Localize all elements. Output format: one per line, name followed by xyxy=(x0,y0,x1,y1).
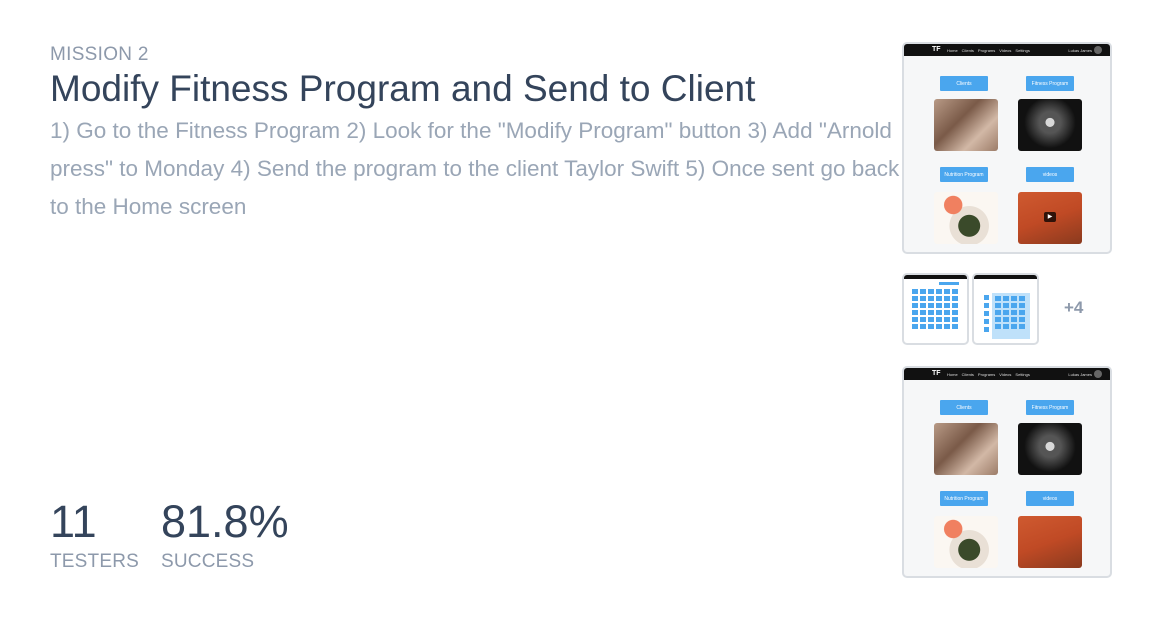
videos-button: videos xyxy=(1026,491,1074,506)
testers-label: TESTERS xyxy=(50,551,140,572)
nav-link-home: Home xyxy=(947,371,958,377)
nav-link-programs: Programs xyxy=(977,47,996,53)
success-label: SUCCESS xyxy=(161,551,255,572)
play-icon: ▶ xyxy=(1044,212,1056,222)
nutrition-image xyxy=(934,192,998,244)
nav-user: Lukas James xyxy=(1068,370,1102,378)
fitness-image xyxy=(1018,99,1082,151)
nav-user-name: Lukas James xyxy=(1068,47,1092,53)
nutrition-program-button: Nutrition Program xyxy=(940,491,988,506)
avatar xyxy=(1094,46,1102,54)
start-screen-thumbnail[interactable]: TF Home Clients Programs Videos Settings… xyxy=(902,42,1112,254)
success-rate: 81.8% xyxy=(161,496,289,547)
clients-image xyxy=(934,423,998,475)
videos-image: ▶ xyxy=(1018,192,1082,244)
app-navbar: TF Home Clients Programs Videos Settings… xyxy=(904,44,1110,56)
nav-links: Home Clients Programs Videos Settings xyxy=(947,48,1030,53)
videos-image xyxy=(1018,516,1082,568)
nav-links: Home Clients Programs Videos Settings xyxy=(947,372,1030,377)
nav-link-videos: Videos xyxy=(999,371,1012,377)
clients-button: Clients xyxy=(940,76,988,91)
nav-link-programs: Programs xyxy=(977,371,996,377)
more-screens-count[interactable]: +4 xyxy=(1064,298,1083,318)
mini-buttons xyxy=(939,282,959,285)
mini-program-grid xyxy=(912,289,958,329)
nav-user-name: Lukas James xyxy=(1068,371,1092,377)
testers-count: 11 xyxy=(50,496,97,547)
clients-button: Clients xyxy=(940,400,988,415)
avatar xyxy=(1094,370,1102,378)
end-screen-thumbnail[interactable]: TF Home Clients Programs Videos Settings… xyxy=(902,366,1112,578)
mission-title: Modify Fitness Program and Send to Clien… xyxy=(50,68,756,109)
mission-label: MISSION 2 xyxy=(50,44,149,65)
clients-image xyxy=(934,99,998,151)
fitness-image xyxy=(1018,423,1082,475)
stat-testers: 11 TESTERS xyxy=(50,498,139,573)
nav-link-clients: Clients xyxy=(961,47,974,53)
fitness-program-button: Fitness Program xyxy=(1026,400,1074,415)
mini-exercise-grid xyxy=(995,296,1025,329)
nutrition-image xyxy=(934,516,998,568)
mini-day-column xyxy=(984,295,989,332)
mission-description: 1) Go to the Fitness Program 2) Look for… xyxy=(50,118,900,219)
step-thumbnail-modify-program[interactable] xyxy=(972,273,1039,345)
app-logo: TF xyxy=(932,46,941,53)
nav-link-videos: Videos xyxy=(999,47,1012,53)
fitness-program-button: Fitness Program xyxy=(1026,76,1074,91)
stat-success: 81.8% SUCCESS xyxy=(161,498,289,573)
nav-link-clients: Clients xyxy=(961,371,974,377)
step-thumbnail-fitness-program[interactable] xyxy=(902,273,969,345)
app-navbar: TF Home Clients Programs Videos Settings… xyxy=(904,368,1110,380)
nutrition-program-button: Nutrition Program xyxy=(940,167,988,182)
videos-button: videos xyxy=(1026,167,1074,182)
app-logo: TF xyxy=(932,370,941,377)
nav-user: Lukas James xyxy=(1068,46,1102,54)
nav-link-home: Home xyxy=(947,47,958,53)
nav-link-settings: Settings xyxy=(1015,371,1030,377)
nav-link-settings: Settings xyxy=(1015,47,1030,53)
